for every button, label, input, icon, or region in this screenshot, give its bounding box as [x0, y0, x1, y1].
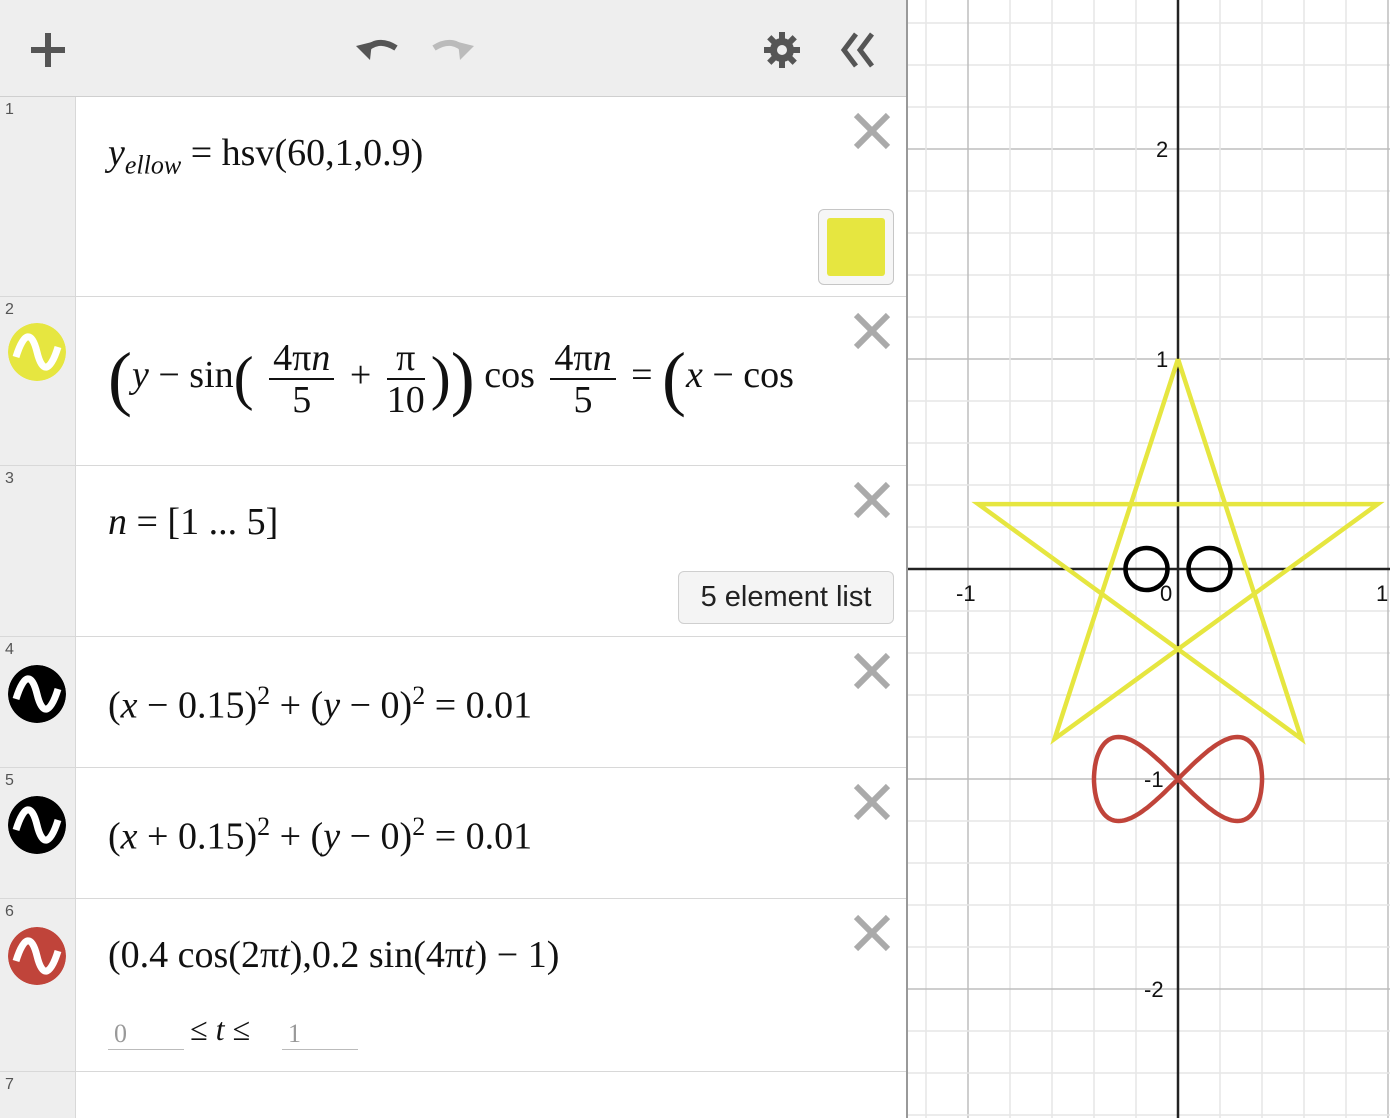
expression-gutter: 3 — [0, 466, 76, 636]
add-item-button[interactable] — [28, 30, 68, 70]
expression-math[interactable]: yellow = hsv(60,1,0.9) — [108, 131, 423, 181]
expression-row-6[interactable]: 6 (0.4 cos(2πt),0.2 sin(4πt) − 1) 0 ≤ t … — [0, 899, 906, 1072]
x-tick-label: 0 — [1160, 581, 1172, 606]
color-swatch-fill — [827, 218, 885, 276]
axes — [908, 0, 1390, 1118]
t-max-input[interactable]: 1 — [282, 1019, 358, 1050]
expression-number: 6 — [5, 903, 14, 920]
y-tick-label: -2 — [1144, 977, 1164, 1002]
expression-number: 1 — [5, 101, 14, 118]
expression-gutter: 5 — [0, 768, 76, 898]
delete-expression-button[interactable] — [852, 913, 892, 953]
undo-icon — [356, 39, 398, 60]
expression-math[interactable]: (x + 0.15)2 + (y − 0)2 = 0.01 — [108, 812, 532, 859]
list-size-badge: 5 element list — [678, 571, 894, 624]
x-tick-label: -1 — [956, 581, 976, 606]
expression-math[interactable]: n = [1 ... 5] — [108, 500, 278, 544]
y-tick-label: -1 — [1144, 767, 1164, 792]
expression-gutter: 2 — [0, 297, 76, 465]
expression-gutter: 7 — [0, 1072, 76, 1118]
graph-style-icon[interactable] — [8, 323, 66, 381]
color-swatch[interactable] — [818, 209, 894, 285]
graph-style-icon[interactable] — [8, 796, 66, 854]
redo-button[interactable] — [428, 30, 478, 70]
expression-row-4[interactable]: 4 (x − 0.15)2 + (y − 0)2 = 0.01 — [0, 637, 906, 768]
expression-number: 3 — [5, 470, 14, 487]
expression-gutter: 4 — [0, 637, 76, 767]
delete-expression-button[interactable] — [852, 311, 892, 351]
expression-gutter: 6 — [0, 899, 76, 1071]
expression-row-5[interactable]: 5 (x + 0.15)2 + (y − 0)2 = 0.01 — [0, 768, 906, 899]
expression-math[interactable]: (y − sin( 4πn 5 + π 10)) cos 4πn 5 = (x − c… — [108, 337, 832, 420]
expression-number: 5 — [5, 772, 14, 789]
plus-icon — [31, 33, 65, 67]
graph-svg: -1 0 1 2 1 -1 -2 — [908, 0, 1390, 1118]
delete-expression-button[interactable] — [852, 651, 892, 691]
expression-panel: 1 yellow = hsv(60,1,0.9) 2 (y − sin( 4πn… — [0, 0, 906, 1118]
undo-button[interactable] — [352, 30, 402, 70]
expression-number: 2 — [5, 301, 14, 318]
double-chevron-left-icon — [840, 32, 874, 68]
expression-math[interactable]: (0.4 cos(2πt),0.2 sin(4πt) − 1) — [108, 933, 559, 977]
expression-row-3[interactable]: 3 n = [1 ... 5] 5 element list — [0, 466, 906, 637]
x-tick-label: 1 — [1376, 581, 1388, 606]
expression-toolbar — [0, 0, 906, 97]
y-tick-label: 2 — [1156, 137, 1168, 162]
expression-row-7[interactable]: 7 — [0, 1072, 906, 1118]
delete-expression-button[interactable] — [852, 480, 892, 520]
expression-row-1[interactable]: 1 yellow = hsv(60,1,0.9) — [0, 97, 906, 297]
t-range-label: ≤ t ≤ — [190, 1011, 251, 1047]
graph-style-icon[interactable] — [8, 927, 66, 985]
redo-icon — [432, 39, 474, 60]
expression-row-2[interactable]: 2 (y − sin( 4πn 5 + π 10)) cos 4πn 5 = (x −… — [0, 297, 906, 466]
expression-number: 7 — [5, 1076, 14, 1093]
delete-expression-button[interactable] — [852, 111, 892, 151]
expression-gutter: 1 — [0, 97, 76, 296]
settings-button[interactable] — [762, 30, 802, 70]
delete-expression-button[interactable] — [852, 782, 892, 822]
grid — [908, 0, 1390, 1118]
collapse-panel-button[interactable] — [838, 30, 878, 70]
t-min-input[interactable]: 0 — [108, 1019, 184, 1050]
y-tick-label: 1 — [1156, 347, 1168, 372]
graph-canvas[interactable]: -1 0 1 2 1 -1 -2 — [906, 0, 1390, 1118]
expression-math[interactable]: (x − 0.15)2 + (y − 0)2 = 0.01 — [108, 681, 532, 728]
expression-number: 4 — [5, 641, 14, 658]
gear-icon — [764, 32, 800, 68]
graph-style-icon[interactable] — [8, 665, 66, 723]
